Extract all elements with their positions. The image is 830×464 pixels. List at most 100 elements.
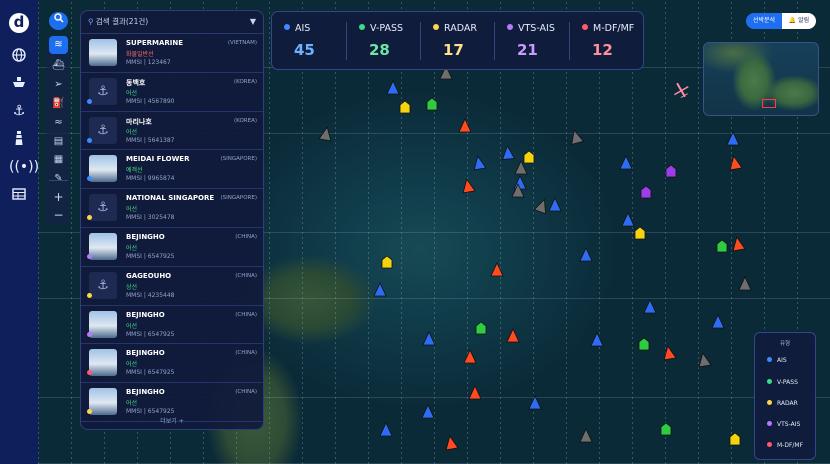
vessel-list-item[interactable]: ⚓ NATIONAL SINGAPORE (SINGAPORE) 어선 MMSI | 3…	[81, 189, 263, 228]
map-icon[interactable]: ▦	[49, 151, 68, 169]
vessel-marker[interactable]	[501, 145, 516, 160]
vessel-marker[interactable]	[533, 197, 550, 215]
ships-icon[interactable]: ⛴	[49, 57, 68, 75]
mdf-dot-icon	[582, 24, 588, 30]
legend-dot-icon	[767, 442, 772, 447]
navigation-icon[interactable]: ➢	[49, 76, 68, 94]
vessel-marker[interactable]	[579, 247, 593, 262]
vessel-marker[interactable]	[548, 197, 562, 212]
vessel-marker[interactable]	[468, 385, 482, 400]
vessel-marker[interactable]	[711, 314, 725, 329]
table-icon[interactable]	[9, 187, 29, 205]
vessel-marker[interactable]	[662, 345, 677, 361]
minimap-viewport[interactable]	[762, 99, 776, 108]
stat-mdf[interactable]: M-DF/MF 12	[570, 12, 643, 69]
vessel-marker[interactable]	[444, 435, 459, 451]
vessel-list-item[interactable]: BEJINGHO (CHINA) 어선 MMSI | 6547925	[81, 344, 263, 384]
stat-vpass[interactable]: V-PASS 28	[347, 12, 420, 69]
vessel-type-dot-icon	[87, 253, 92, 259]
vessel-mmsi: MMSI | 4235448	[126, 291, 175, 299]
legend-item-ais: AIS	[767, 357, 787, 364]
vessel-marker[interactable]	[665, 164, 677, 178]
vessel-marker[interactable]	[660, 422, 672, 436]
layers-icon[interactable]: ≋	[49, 36, 68, 54]
vessel-name: NATIONAL SINGAPORE	[126, 194, 215, 203]
vessel-marker[interactable]	[379, 422, 393, 437]
vessel-marker[interactable]	[373, 282, 387, 297]
logo-icon[interactable]: d	[9, 13, 29, 33]
analysis-button[interactable]: 선박분석	[746, 13, 782, 29]
radio-tower-icon[interactable]: ((•))	[9, 158, 39, 176]
vessel-marker[interactable]	[638, 337, 650, 351]
vessel-marker[interactable]	[426, 97, 438, 111]
vessel-marker[interactable]	[461, 178, 476, 194]
vessel-marker[interactable]	[590, 332, 604, 347]
fuel-icon[interactable]: ⛽	[49, 95, 68, 113]
vessel-marker[interactable]	[621, 212, 635, 227]
anchor-icon: ⚓	[89, 77, 117, 105]
vessel-marker[interactable]	[579, 428, 593, 443]
vessel-thumbnail	[89, 349, 117, 377]
stat-ais[interactable]: AIS 45	[272, 12, 346, 69]
more-button[interactable]: 더보기 +	[81, 415, 263, 429]
vessel-list-item[interactable]: BEJINGHO (CHINA) 어선 MMSI | 6547925	[81, 228, 263, 267]
vessel-list-item[interactable]: ⚓ GAGEOUHO (CHINA) 상선 MMSI | 4235448	[81, 267, 263, 306]
stat-value: 45	[294, 41, 315, 59]
vessel-list: SUPERMARINE (VIETNAM) 화물일반선 MMSI | 123467 ⚓ 동…	[81, 34, 263, 422]
vessel-marker[interactable]	[381, 255, 393, 269]
globe-icon[interactable]	[9, 48, 29, 66]
airplane-icon[interactable]	[672, 81, 690, 99]
stat-radar[interactable]: RADAR 17	[421, 12, 494, 69]
chevron-down-icon[interactable]: ▼	[250, 11, 256, 33]
vessel-country: (CHINA)	[235, 350, 257, 357]
zoom-out-icon[interactable]: −	[49, 206, 68, 224]
stat-vts-ais[interactable]: VTS-AIS 21	[495, 12, 569, 69]
vessel-marker[interactable]	[619, 155, 633, 170]
alert-button[interactable]: 🔔 알림	[782, 13, 816, 29]
vessel-marker[interactable]	[640, 185, 652, 199]
vessel-list-item[interactable]: ⚓ 동백호 (KOREA) 어선 MMSI | 4567890	[81, 73, 263, 112]
vessel-marker[interactable]	[731, 236, 746, 252]
search-header[interactable]: ⚲ 검색 결과(21건) ▼	[81, 11, 263, 34]
vessel-marker[interactable]	[421, 404, 435, 419]
vessel-list-item[interactable]: MEIDAI FLOWER (SINGAPORE) 예객선 MMSI | 996587…	[81, 150, 263, 190]
vessel-marker[interactable]	[513, 175, 527, 190]
vessel-marker[interactable]	[399, 100, 411, 114]
vessel-marker[interactable]	[729, 432, 741, 446]
list-icon[interactable]: ▤	[49, 133, 68, 151]
ship-icon[interactable]	[9, 75, 29, 93]
vessel-marker[interactable]	[697, 352, 712, 368]
vessel-marker[interactable]	[386, 80, 400, 95]
vessel-marker[interactable]	[506, 328, 520, 343]
vessel-name: BEJINGHO	[126, 349, 165, 358]
vessel-marker[interactable]	[643, 299, 657, 314]
minimap[interactable]	[703, 42, 819, 116]
wind-icon[interactable]: ≈	[49, 114, 68, 132]
ruler-icon[interactable]: ✎	[49, 170, 68, 188]
zoom-in-icon[interactable]: +	[49, 188, 68, 206]
anchor-icon[interactable]: ⚓	[9, 102, 29, 120]
vessel-marker[interactable]	[738, 276, 752, 291]
vessel-list-item[interactable]: ⚓ 마리나호 (KOREA) 어선 MMSI | 5641387	[81, 112, 263, 151]
vessel-type: 예객선	[126, 167, 143, 175]
vessel-marker[interactable]	[568, 129, 585, 145]
vessel-list-item[interactable]: BEJINGHO (CHINA) 어선 MMSI | 6547925	[81, 306, 263, 345]
vessel-marker[interactable]	[472, 155, 487, 171]
vessel-marker[interactable]	[463, 349, 477, 364]
vessel-marker[interactable]	[475, 321, 487, 335]
vessel-marker[interactable]	[716, 239, 728, 253]
vessel-marker[interactable]	[634, 226, 646, 240]
vessel-country: (SINGAPORE)	[220, 195, 258, 202]
legend-label: VTS-AIS	[777, 421, 801, 428]
vessel-marker[interactable]	[523, 150, 535, 164]
lighthouse-icon[interactable]	[9, 130, 29, 148]
vessel-marker[interactable]	[728, 155, 743, 171]
search-icon[interactable]	[49, 12, 68, 30]
vessel-marker[interactable]	[458, 118, 472, 133]
vessel-marker[interactable]	[422, 331, 436, 346]
vessel-marker[interactable]	[528, 395, 542, 410]
vessel-marker[interactable]	[318, 126, 333, 142]
vessel-marker[interactable]	[490, 262, 504, 277]
vessel-marker[interactable]	[726, 131, 740, 146]
vessel-list-item[interactable]: SUPERMARINE (VIETNAM) 화물일반선 MMSI | 123467	[81, 34, 263, 73]
